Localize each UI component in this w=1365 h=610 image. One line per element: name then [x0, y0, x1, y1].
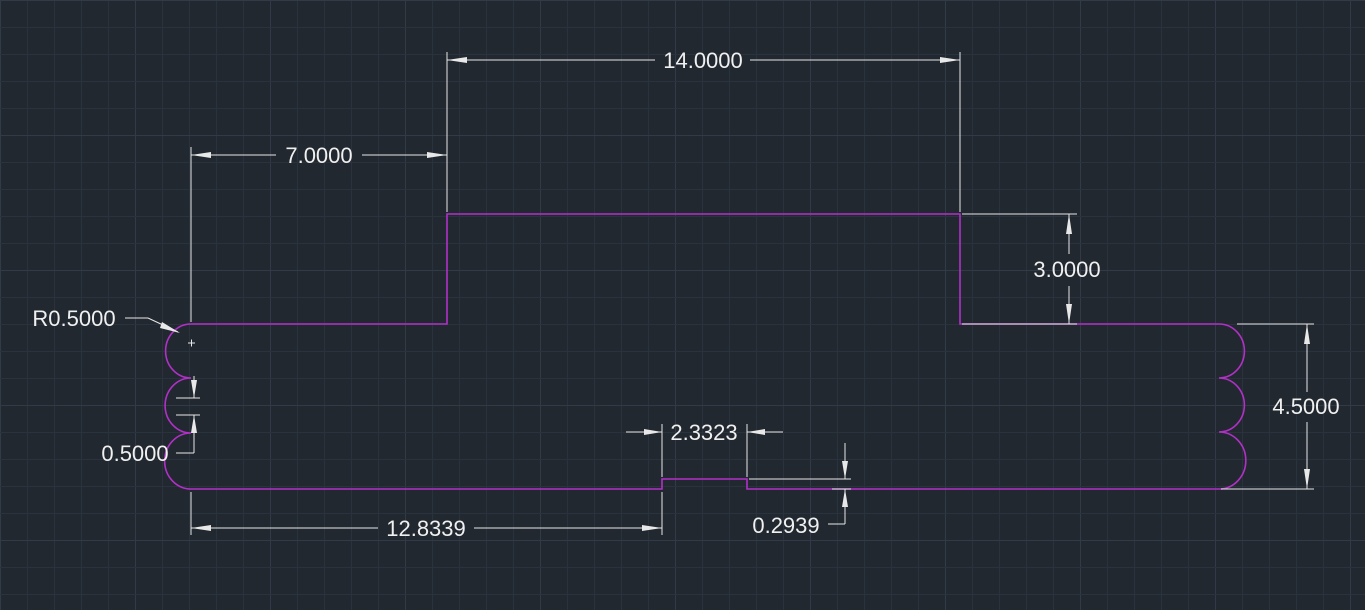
- dimension-notch-offset[interactable]: 12.8339: [190, 492, 663, 541]
- dimension-notch-depth[interactable]: 0.2939: [749, 443, 851, 538]
- cad-drawing-canvas[interactable]: 14.0000 7.0000 3.0000 4.5000 R0.5000 0.5…: [0, 0, 1365, 610]
- drawing-grid: [0, 0, 1365, 610]
- dimension-text-notch-offset: 12.8339: [386, 516, 466, 541]
- dimension-radius[interactable]: R0.5000: [32, 306, 180, 333]
- dimension-left-step-width[interactable]: 7.0000: [190, 143, 448, 322]
- dimension-text-right-height: 4.5000: [1272, 394, 1339, 419]
- dimension-text-notch-width: 2.3323: [670, 420, 737, 445]
- dimension-step-height[interactable]: 3.0000: [962, 213, 1101, 325]
- dimension-text-overall-top-width: 14.0000: [663, 48, 743, 73]
- dimension-text-step-height: 3.0000: [1033, 257, 1100, 282]
- dimension-notch-width[interactable]: 2.3323: [626, 420, 783, 477]
- dimension-right-height[interactable]: 4.5000: [1221, 323, 1340, 490]
- dimension-left-spacing[interactable]: 0.5000: [101, 376, 200, 466]
- dimension-text-left-spacing: 0.5000: [101, 441, 168, 466]
- dimension-text-notch-depth: 0.2939: [752, 513, 819, 538]
- dimension-text-radius: R0.5000: [32, 306, 115, 331]
- dimension-text-left-step-width: 7.0000: [285, 143, 352, 168]
- dimension-overall-top-width[interactable]: 14.0000: [446, 48, 961, 212]
